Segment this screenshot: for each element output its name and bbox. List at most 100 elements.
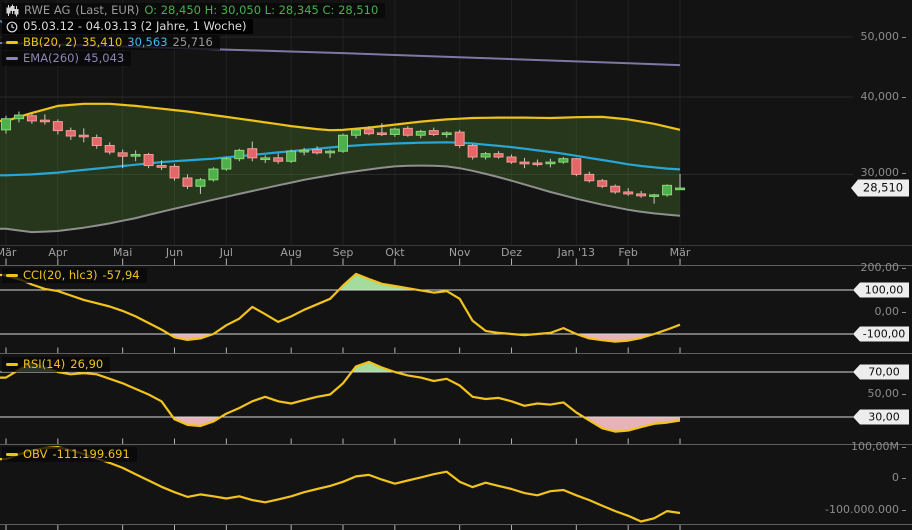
- cci-legend-row[interactable]: CCI(20, hlc3) -57,94: [2, 268, 147, 283]
- candle-up: [650, 195, 659, 197]
- candle-down: [274, 158, 283, 161]
- candle-down: [105, 145, 114, 152]
- rsi-legend-row[interactable]: RSI(14) 26,90: [2, 357, 110, 372]
- series-type: (Last, EUR): [75, 4, 139, 17]
- month-label: Okt: [385, 247, 404, 259]
- candle-down: [313, 150, 322, 153]
- candle-up: [235, 150, 244, 158]
- cci-axis-label-0: 0,00: [875, 306, 907, 318]
- candle-down: [53, 122, 62, 131]
- candle-up: [481, 154, 490, 157]
- ema-legend-row[interactable]: EMA(260) 45,043: [2, 51, 131, 66]
- candle-up: [546, 162, 555, 164]
- candle-up: [416, 131, 425, 135]
- month-label: Jun: [166, 247, 183, 259]
- obv-value: -111.199.691: [52, 448, 129, 461]
- obv-axis-label-minus100m: -100.000.000: [825, 504, 906, 516]
- candle-down: [248, 149, 257, 158]
- rsi-panel: [0, 362, 853, 432]
- candle-down: [118, 153, 127, 156]
- time-ticks: [6, 259, 680, 530]
- obv-legend-row[interactable]: OBV -111.199.691: [2, 447, 137, 462]
- bb-lower-value: 25,716: [173, 36, 213, 49]
- candle-down: [364, 129, 373, 134]
- month-label: Nov: [449, 247, 470, 259]
- bb-upper-value: 35,410: [82, 36, 122, 49]
- chart-canvas[interactable]: [0, 0, 912, 530]
- rsi-level-tag-70: 70,00: [853, 365, 909, 380]
- candle-down: [403, 128, 412, 135]
- obv-axis-label-100m: 100,00M: [851, 441, 906, 453]
- candle-up: [300, 150, 309, 152]
- cci-line-icon: [6, 274, 18, 277]
- price-axis-label-40000: 40,000: [861, 91, 907, 103]
- candle-down: [170, 166, 179, 178]
- candle-up: [559, 159, 568, 162]
- date-range-row[interactable]: 05.03.12 - 04.03.13 (2 Jahre, 1 Woche): [2, 19, 253, 34]
- month-label: Aug: [280, 247, 301, 259]
- candle-down: [157, 166, 166, 168]
- rsi-value: 26,90: [70, 358, 103, 371]
- cci-level-tag-100: 100,00: [853, 283, 909, 298]
- symbol-legend-row[interactable]: RWE AG (Last, EUR) O: 28,450 H: 30,050 L…: [2, 3, 385, 18]
- candle-up: [663, 185, 672, 195]
- candle-up: [14, 115, 23, 119]
- obv-line-icon: [6, 453, 18, 456]
- ema-line-icon: [6, 57, 18, 60]
- bb-legend-row[interactable]: BB(20, 2) 35,410 30,563 25,716: [2, 35, 220, 50]
- cci-panel: [0, 274, 853, 342]
- price-axis-label-50000: 50,000: [861, 31, 907, 43]
- candle-down: [585, 174, 594, 180]
- candle-down: [598, 181, 607, 187]
- month-label: Dez: [501, 247, 522, 259]
- chart-window: RWE AG (Last, EUR) O: 28,450 H: 30,050 L…: [0, 0, 912, 530]
- month-label: Mär: [0, 247, 16, 259]
- rsi-level-tag-30: 30,00: [853, 410, 909, 425]
- symbol-name: RWE AG: [24, 4, 70, 17]
- candle-up: [676, 188, 685, 190]
- cci-level-tag-minus100: -100,00: [853, 327, 909, 342]
- cci-label: CCI(20, hlc3): [23, 269, 98, 282]
- candle-down: [40, 120, 49, 122]
- candle-down: [468, 145, 477, 157]
- candle-down: [455, 132, 464, 145]
- month-label: Mai: [113, 247, 132, 259]
- candle-down: [79, 135, 88, 137]
- candle-down: [27, 116, 36, 121]
- candle-up: [351, 130, 360, 135]
- candle-up: [209, 169, 218, 180]
- candle-up: [131, 155, 140, 157]
- price-axis-label-30000: 30,000: [861, 167, 907, 179]
- rsi-label: RSI(14): [23, 358, 65, 371]
- rsi-line-icon: [6, 363, 18, 366]
- clock-icon: [6, 21, 18, 33]
- candle-up: [442, 133, 451, 135]
- ema-value: 45,043: [84, 52, 124, 65]
- rsi-axis-label-50: 50,00: [868, 388, 907, 400]
- cci-line: [0, 274, 680, 342]
- month-label: Sep: [333, 247, 354, 259]
- candle-down: [637, 194, 646, 196]
- month-label: Feb: [618, 247, 637, 259]
- candle-down: [611, 186, 620, 192]
- candle-down: [494, 154, 503, 157]
- obv-label: OBV: [23, 448, 47, 461]
- candle-up: [287, 151, 296, 161]
- last-price-tag: 28,510: [851, 180, 909, 197]
- month-label: Jan '13: [558, 247, 595, 259]
- candle-down: [624, 192, 633, 194]
- candle-up: [2, 119, 11, 130]
- candle-up: [261, 158, 270, 160]
- candle-down: [520, 162, 529, 164]
- candlestick-chart-icon: [6, 4, 19, 17]
- month-label: Mär: [670, 247, 691, 259]
- month-label: Jul: [220, 247, 233, 259]
- candle-down: [429, 131, 438, 135]
- candle-down: [572, 159, 581, 175]
- bb-middle-value: 30,563: [127, 36, 167, 49]
- candle-down: [66, 131, 75, 136]
- candle-up: [196, 180, 205, 186]
- candle-down: [507, 157, 516, 162]
- candle-up: [390, 129, 399, 134]
- month-label: Apr: [48, 247, 67, 259]
